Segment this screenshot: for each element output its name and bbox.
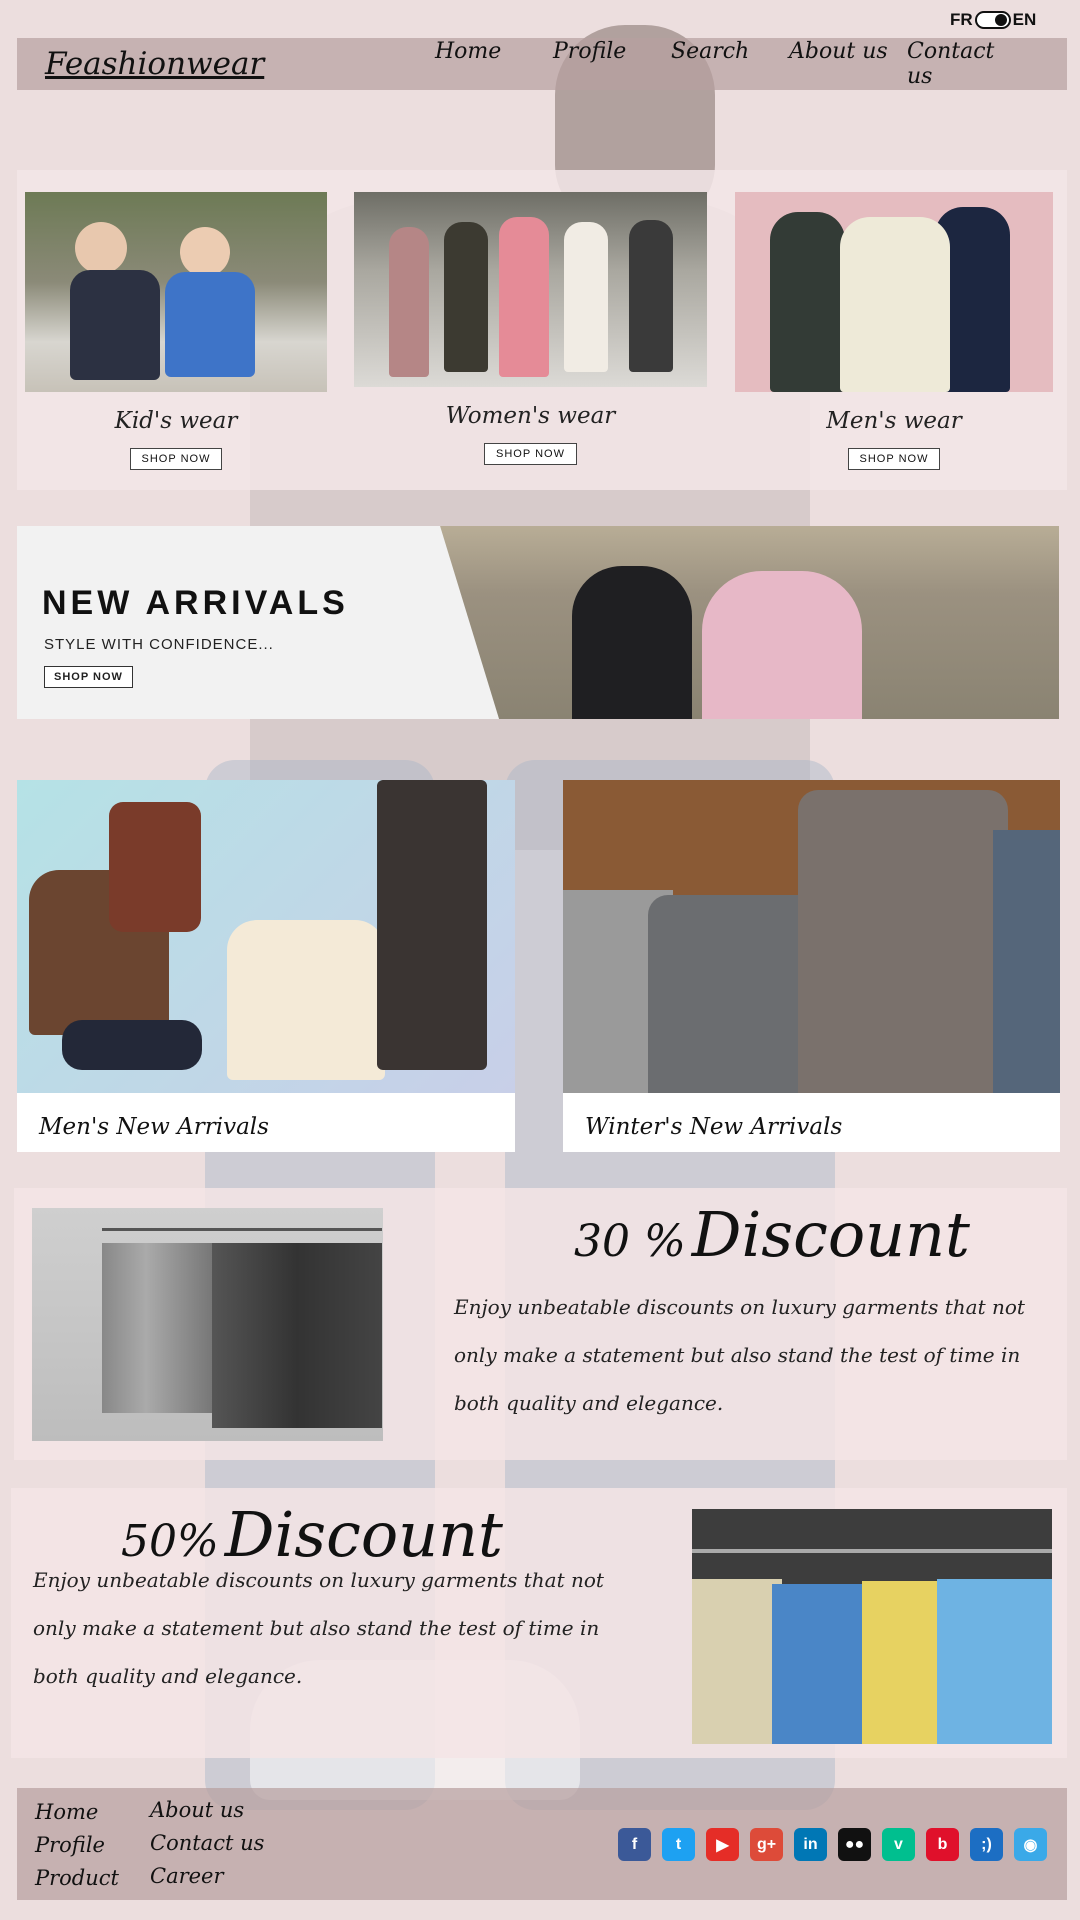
discount-50-section: 50% Discount Enjoy unbeatable discounts … <box>11 1488 1067 1758</box>
clothes-rack-photo <box>32 1208 383 1441</box>
category-kids: Kid's wear SHOP NOW <box>25 192 327 470</box>
notification-icon[interactable]: ◉ <box>1014 1828 1047 1861</box>
discount-30-heading: 30 % Discount <box>574 1198 970 1271</box>
footer-col-2: About us Contact us Career <box>150 1794 264 1893</box>
behance-icon[interactable]: b <box>926 1828 959 1861</box>
category-men: Men's wear SHOP NOW <box>735 192 1053 470</box>
footer-col-1: Home Profile Product <box>35 1796 119 1895</box>
google-plus-icon[interactable]: g+ <box>750 1828 783 1861</box>
myspace-icon[interactable]: ●● <box>838 1828 871 1861</box>
lang-fr-label: FR <box>950 10 973 29</box>
category-title: Kid's wear <box>114 408 238 434</box>
winter-arrivals-card[interactable]: Winter's New Arrivals <box>563 780 1060 1152</box>
shirts-rack-photo <box>692 1509 1052 1744</box>
category-title: Women's wear <box>445 403 616 429</box>
women-photo <box>354 192 707 387</box>
arrivals-caption: Men's New Arrivals <box>39 1114 269 1140</box>
twitter-icon[interactable]: t <box>662 1828 695 1861</box>
footer-link-career[interactable]: Career <box>150 1860 264 1893</box>
site-logo[interactable]: Feashionwear <box>45 46 375 82</box>
shop-now-button[interactable]: SHOP NOW <box>129 448 223 470</box>
footer-link-home[interactable]: Home <box>35 1796 119 1829</box>
footer-link-about[interactable]: About us <box>150 1794 264 1827</box>
discount-30-text: Enjoy unbeatable discounts on luxury gar… <box>454 1295 1025 1415</box>
footer-link-product[interactable]: Product <box>35 1862 119 1895</box>
footer-link-contact[interactable]: Contact us <box>150 1827 264 1860</box>
winter-arrivals-photo <box>563 780 1060 1093</box>
men-photo <box>735 192 1053 392</box>
nav-search[interactable]: Search <box>671 39 789 89</box>
mens-arrivals-card[interactable]: Men's New Arrivals <box>17 780 515 1152</box>
youtube-icon[interactable]: ▶ <box>706 1828 739 1861</box>
vine-icon[interactable]: v <box>882 1828 915 1861</box>
footer: Home Profile Product About us Contact us… <box>17 1788 1067 1900</box>
arrivals-caption: Winter's New Arrivals <box>585 1114 843 1140</box>
nav-about[interactable]: About us <box>789 39 907 89</box>
category-title: Men's wear <box>826 408 962 434</box>
rss-icon[interactable]: ;) <box>970 1828 1003 1861</box>
nav-profile[interactable]: Profile <box>553 39 671 89</box>
lang-en-label: EN <box>1012 10 1037 29</box>
nav-links: Home Profile Search About us Contact us <box>435 39 1025 89</box>
shop-now-button[interactable]: SHOP NOW <box>847 448 941 470</box>
language-toggle[interactable]: FR EN <box>950 10 1036 30</box>
footer-link-profile[interactable]: Profile <box>35 1829 119 1862</box>
linkedin-icon[interactable]: in <box>794 1828 827 1861</box>
new-arrivals-banner: NEW ARRIVALS STYLE WITH CONFIDENCE... SH… <box>17 526 1059 719</box>
shop-now-button[interactable]: SHOP NOW <box>484 443 577 465</box>
banner-title: NEW ARRIVALS <box>42 584 349 622</box>
social-icons: f t ▶ g+ in ●● v b;) ◉ <box>618 1828 1047 1861</box>
category-panel: Kid's wear SHOP NOW Women's wear SHOP NO… <box>17 170 1067 490</box>
discount-50-text: Enjoy unbeatable discounts on luxury gar… <box>33 1568 604 1688</box>
banner-subtitle: STYLE WITH CONFIDENCE... <box>44 636 274 653</box>
category-women: Women's wear SHOP NOW <box>354 192 707 465</box>
shop-now-button[interactable]: SHOP NOW <box>44 666 133 688</box>
navbar: Feashionwear Home Profile Search About u… <box>17 38 1067 90</box>
nav-home[interactable]: Home <box>435 39 553 89</box>
toggle-switch[interactable] <box>974 11 1011 29</box>
mens-arrivals-photo <box>17 780 515 1093</box>
discount-30-section: 30 % Discount Enjoy unbeatable discounts… <box>14 1188 1067 1460</box>
nav-contact[interactable]: Contact us <box>907 39 1025 89</box>
kids-photo <box>25 192 327 392</box>
facebook-icon[interactable]: f <box>618 1828 651 1861</box>
